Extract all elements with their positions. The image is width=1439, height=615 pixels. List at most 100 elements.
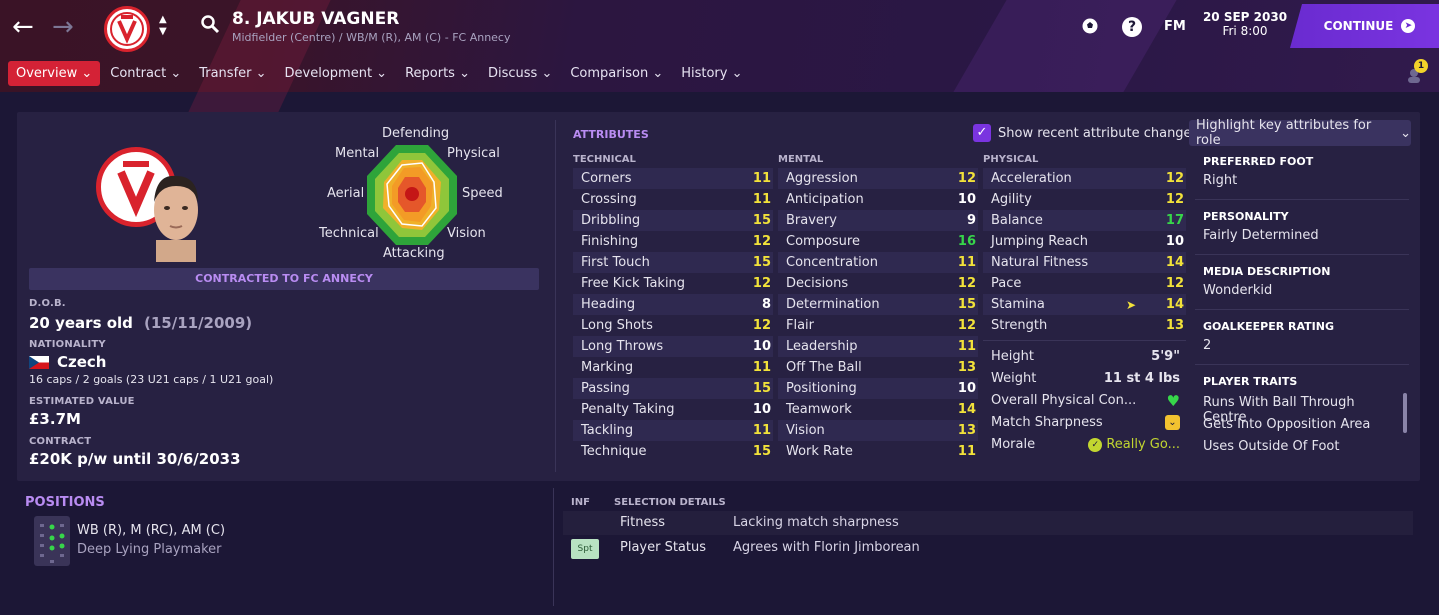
chevron-down-icon: ⌄ bbox=[1400, 125, 1411, 141]
date-label: 20 SEP 2030 bbox=[1202, 10, 1288, 24]
tab-reports[interactable]: Reports ⌄ bbox=[397, 61, 478, 86]
tab-overview[interactable]: Overview ⌄ bbox=[8, 61, 101, 86]
attribute-row-pace[interactable]: Pace 12 bbox=[983, 273, 1186, 294]
attribute-row-free-kick-taking[interactable]: Free Kick Taking 12 bbox=[573, 273, 773, 294]
position-pitch-icon[interactable] bbox=[34, 516, 70, 566]
show-changes-toggle[interactable]: ✓ Show recent attribute changes bbox=[973, 124, 1198, 142]
attribute-row-vision[interactable]: Vision 13 bbox=[778, 420, 978, 441]
attribute-name: Technique bbox=[581, 444, 647, 459]
condition-row[interactable]: Overall Physical Con... ♥ bbox=[983, 390, 1186, 411]
attribute-row-concentration[interactable]: Concentration 11 bbox=[778, 252, 978, 273]
attribute-value: 15 bbox=[957, 297, 976, 312]
preferred-foot-label: PREFERRED FOOT bbox=[1203, 155, 1314, 168]
help-icon[interactable]: ? bbox=[1122, 17, 1142, 37]
attribute-name: Balance bbox=[991, 213, 1043, 228]
tab-comparison[interactable]: Comparison ⌄ bbox=[562, 61, 671, 86]
attribute-row-natural-fitness[interactable]: Natural Fitness 14 bbox=[983, 252, 1186, 273]
attribute-row-heading[interactable]: Heading 8 bbox=[573, 294, 773, 315]
stamina-trend-arrow-icon: ➤ bbox=[1126, 298, 1137, 312]
trait-item: Uses Outside Of Foot bbox=[1203, 439, 1340, 454]
attribute-value: 10 bbox=[752, 339, 771, 354]
checkbox-checked-icon[interactable]: ✓ bbox=[973, 124, 991, 142]
staff-notification-icon[interactable]: 1 bbox=[1406, 59, 1428, 88]
attribute-value: 11 bbox=[957, 255, 976, 270]
attribute-value: 14 bbox=[1165, 255, 1184, 270]
attribute-row-anticipation[interactable]: Anticipation 10 bbox=[778, 189, 978, 210]
attribute-row-composure[interactable]: Composure 16 bbox=[778, 231, 978, 252]
attribute-row-corners[interactable]: Corners 11 bbox=[573, 168, 773, 189]
player-switch-chevrons-icon[interactable]: ▲ ▼ bbox=[159, 14, 167, 38]
media-description-label: MEDIA DESCRIPTION bbox=[1203, 265, 1331, 278]
attribute-row-determination[interactable]: Determination 15 bbox=[778, 294, 978, 315]
attribute-row-agility[interactable]: Agility 12 bbox=[983, 189, 1186, 210]
attribute-name: Passing bbox=[581, 381, 630, 396]
attribute-row-penalty-taking[interactable]: Penalty Taking 10 bbox=[573, 399, 773, 420]
attribute-row-off-the-ball[interactable]: Off The Ball 13 bbox=[778, 357, 978, 378]
attribute-row-long-shots[interactable]: Long Shots 12 bbox=[573, 315, 773, 336]
technical-heading: TECHNICAL bbox=[573, 154, 636, 165]
attribute-row-finishing[interactable]: Finishing 12 bbox=[573, 231, 773, 252]
tab-discuss[interactable]: Discuss ⌄ bbox=[480, 61, 560, 86]
radar-label-speed: Speed bbox=[462, 186, 503, 201]
attribute-row-teamwork[interactable]: Teamwork 14 bbox=[778, 399, 978, 420]
traits-list[interactable]: Runs With Ball Through Centre Gets Into … bbox=[1195, 393, 1395, 473]
selection-row[interactable]: Spt Player Status Agrees with Florin Jim… bbox=[563, 536, 1413, 560]
attribute-row-passing[interactable]: Passing 15 bbox=[573, 378, 773, 399]
attribute-row-work-rate[interactable]: Work Rate 11 bbox=[778, 441, 978, 462]
attribute-row-tackling[interactable]: Tackling 11 bbox=[573, 420, 773, 441]
attribute-row-bravery[interactable]: Bravery 9 bbox=[778, 210, 978, 231]
search-icon[interactable] bbox=[200, 14, 220, 38]
attribute-row-decisions[interactable]: Decisions 12 bbox=[778, 273, 978, 294]
sharpness-row[interactable]: Match Sharpness ⌄ bbox=[983, 412, 1186, 433]
attribute-row-stamina[interactable]: Stamina 14 bbox=[983, 294, 1186, 315]
tab-transfer[interactable]: Transfer ⌄ bbox=[191, 61, 274, 86]
attribute-value: 10 bbox=[957, 381, 976, 396]
dob-date: (15/11/2009) bbox=[144, 314, 253, 332]
football-icon[interactable] bbox=[1081, 17, 1099, 39]
tab-history[interactable]: History ⌄ bbox=[673, 61, 750, 86]
attribute-value: 17 bbox=[1165, 213, 1184, 228]
attribute-value: 12 bbox=[752, 276, 771, 291]
preferred-foot-value: Right bbox=[1203, 173, 1238, 188]
tab-contract[interactable]: Contract ⌄ bbox=[102, 61, 189, 86]
attribute-row-strength[interactable]: Strength 13 bbox=[983, 315, 1186, 336]
forward-arrow-icon[interactable]: → bbox=[52, 14, 74, 40]
attribute-row-aggression[interactable]: Aggression 12 bbox=[778, 168, 978, 189]
attribute-row-flair[interactable]: Flair 12 bbox=[778, 315, 978, 336]
attribute-name: Finishing bbox=[581, 234, 639, 249]
game-date[interactable]: 20 SEP 2030 Fri 8:00 bbox=[1200, 10, 1290, 38]
attribute-row-positioning[interactable]: Positioning 10 bbox=[778, 378, 978, 399]
attribute-row-balance[interactable]: Balance 17 bbox=[983, 210, 1186, 231]
attribute-row-long-throws[interactable]: Long Throws 10 bbox=[573, 336, 773, 357]
attribute-row-first-touch[interactable]: First Touch 15 bbox=[573, 252, 773, 273]
attribute-row-leadership[interactable]: Leadership 11 bbox=[778, 336, 978, 357]
notification-badge: 1 bbox=[1414, 59, 1428, 73]
continue-button[interactable]: CONTINUE ➤ bbox=[1290, 4, 1439, 48]
attribute-row-jumping-reach[interactable]: Jumping Reach 10 bbox=[983, 231, 1186, 252]
attribute-row-technique[interactable]: Technique 15 bbox=[573, 441, 773, 462]
czech-flag-icon bbox=[29, 355, 49, 369]
nationality-row[interactable]: Czech bbox=[29, 353, 106, 371]
attribute-row-marking[interactable]: Marking 11 bbox=[573, 357, 773, 378]
tab-development[interactable]: Development ⌄ bbox=[277, 61, 396, 86]
positions-title: POSITIONS bbox=[25, 495, 105, 510]
attribute-row-acceleration[interactable]: Acceleration 12 bbox=[983, 168, 1186, 189]
attribute-name: Crossing bbox=[581, 192, 637, 207]
morale-row[interactable]: Morale ✓ Really Go... bbox=[983, 434, 1186, 455]
attribute-value: 12 bbox=[957, 171, 976, 186]
back-arrow-icon[interactable]: ← bbox=[12, 14, 34, 40]
attribute-value: 13 bbox=[957, 360, 976, 375]
attribute-value: 11 bbox=[957, 339, 976, 354]
highlight-key-attributes-dropdown[interactable]: Highlight key attributes for role ⌄ bbox=[1189, 118, 1411, 148]
selection-row[interactable]: Fitness Lacking match sharpness bbox=[563, 511, 1413, 535]
attribute-row-dribbling[interactable]: Dribbling 15 bbox=[573, 210, 773, 231]
club-crest-icon[interactable] bbox=[104, 6, 150, 52]
attribute-value: 12 bbox=[1165, 192, 1184, 207]
divider bbox=[1195, 364, 1409, 365]
fm-menu-button[interactable]: FM bbox=[1164, 19, 1186, 34]
radar-chart-svg bbox=[367, 145, 457, 245]
attribute-row-crossing[interactable]: Crossing 11 bbox=[573, 189, 773, 210]
attribute-name: Free Kick Taking bbox=[581, 276, 686, 291]
show-changes-label: Show recent attribute changes bbox=[998, 125, 1199, 141]
traits-scrollbar[interactable] bbox=[1403, 393, 1407, 433]
